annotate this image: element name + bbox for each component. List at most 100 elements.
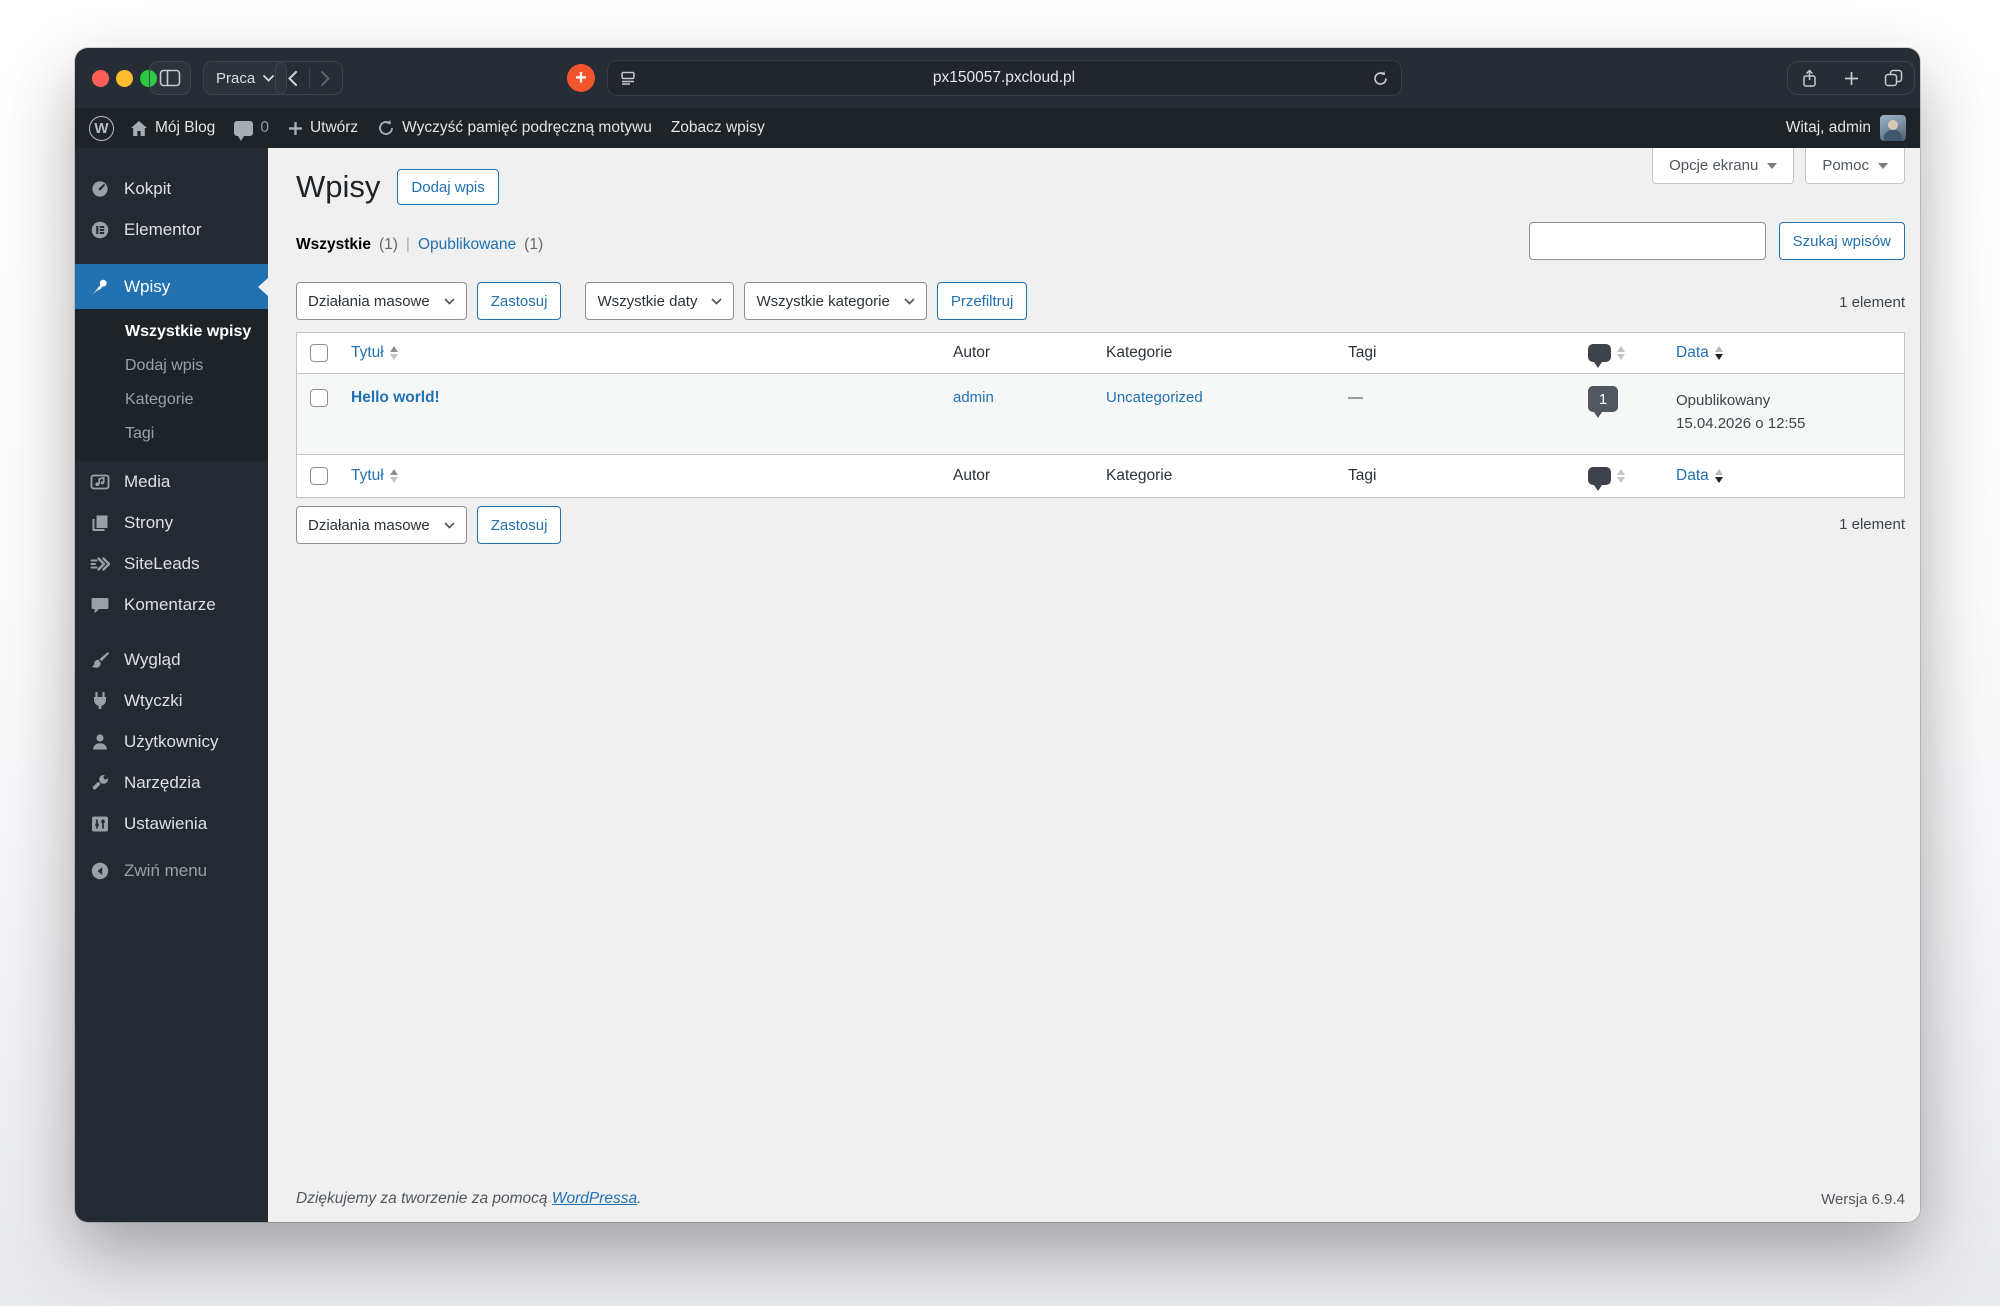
sidebar-item-media[interactable]: Media: [75, 461, 268, 502]
item-count-bottom: 1 element: [1839, 516, 1905, 533]
screen-options-button[interactable]: Opcje ekranu: [1652, 148, 1795, 184]
search-box: Szukaj wpisów: [1528, 222, 1905, 260]
submenu-item-tagi[interactable]: Tagi: [75, 417, 268, 451]
select-post-checkbox[interactable]: [310, 389, 328, 407]
extension-button[interactable]: +: [567, 64, 595, 92]
dashboard-icon: [89, 179, 111, 199]
sidebar-item-narzedzia[interactable]: Narzędzia: [75, 762, 268, 803]
wordpress-link[interactable]: WordPressa: [552, 1190, 637, 1207]
chevron-down-icon: [1767, 162, 1778, 169]
sidebar-item-collapse-menu[interactable]: Zwiń menu: [75, 850, 268, 891]
item-count-top: 1 element: [1839, 294, 1905, 311]
search-posts-button[interactable]: Szukaj wpisów: [1778, 222, 1905, 260]
admin-bar-view-posts[interactable]: Zobacz wpisy: [671, 119, 765, 137]
sidebar-item-ustawienia[interactable]: Ustawienia: [75, 803, 268, 844]
page-title: Wpisy: [296, 169, 381, 204]
admin-bar-site-name[interactable]: Mój Blog: [130, 119, 215, 137]
media-icon: [89, 472, 111, 492]
comment-bubble-icon: [1588, 467, 1611, 491]
new-tab-button[interactable]: [1830, 62, 1872, 94]
close-window-button[interactable]: [92, 70, 109, 87]
footer-version-text: Wersja 6.9.4: [1821, 1191, 1905, 1208]
page-header: Wpisy Dodaj wpis: [296, 168, 499, 207]
browser-sidebar-toggle-button[interactable]: [149, 61, 191, 95]
submenu-item-kategorie[interactable]: Kategorie: [75, 383, 268, 417]
sidebar-item-wpisy[interactable]: Wpisy: [75, 264, 268, 309]
tablenav-top: Działania masowe Zastosuj Wszystkie daty…: [296, 282, 1028, 320]
bulk-actions-select-bottom[interactable]: Działania masowe: [296, 506, 467, 544]
sidebar-item-elementor[interactable]: Elementor: [75, 209, 268, 250]
admin-bar-clear-cache[interactable]: Wyczyść pamięć podręczną motywu: [377, 119, 652, 137]
help-button[interactable]: Pomoc: [1805, 148, 1905, 184]
elementor-icon: [89, 220, 111, 240]
view-all-link[interactable]: Wszystkie: [296, 236, 371, 254]
categories-header: Kategorie: [1106, 344, 1173, 361]
admin-bar-comments[interactable]: 0: [234, 119, 269, 141]
post-author-link[interactable]: admin: [953, 389, 994, 406]
reader-icon[interactable]: [620, 70, 636, 86]
comment-count-badge[interactable]: 1: [1588, 386, 1618, 418]
view-published-link[interactable]: Opublikowane: [418, 236, 516, 254]
sidebar-item-kokpit[interactable]: Kokpit: [75, 168, 268, 209]
sort-by-comments-header[interactable]: [1588, 467, 1676, 491]
collapse-icon: [89, 861, 111, 881]
tags-header: Tagi: [1348, 344, 1377, 361]
admin-footer: Dziękujemy za tworzenie za pomocą WordPr…: [296, 1190, 1905, 1208]
sidebar-item-wyglad[interactable]: Wygląd: [75, 639, 268, 680]
sort-arrows-icon: [389, 346, 398, 360]
chevron-down-icon: [444, 297, 455, 305]
categories-filter-select[interactable]: Wszystkie kategorie: [744, 282, 927, 320]
bulk-actions-select[interactable]: Działania masowe: [296, 282, 467, 320]
admin-bar-new-content[interactable]: Utwórz: [288, 119, 358, 137]
dates-filter-select[interactable]: Wszystkie daty: [585, 282, 735, 320]
reload-icon[interactable]: [1372, 70, 1389, 87]
posts-table: Tytuł Autor Kategorie Tagi Data Hello wo…: [296, 332, 1905, 498]
sort-by-title-header[interactable]: Tytuł: [351, 467, 398, 485]
post-date-cell: Opublikowany 15.04.2026 o 12:55: [1676, 389, 1904, 436]
sidebar-item-komentarze[interactable]: Komentarze: [75, 584, 268, 625]
submenu-item-dodaj-wpis[interactable]: Dodaj wpis: [75, 349, 268, 383]
apply-bulk-action-button[interactable]: Zastosuj: [476, 282, 562, 320]
apply-bulk-action-button-bottom[interactable]: Zastosuj: [476, 506, 562, 544]
chevron-down-icon: [444, 521, 455, 529]
post-title-link[interactable]: Hello world!: [351, 389, 440, 406]
sidebar-item-siteleads[interactable]: SiteLeads: [75, 543, 268, 584]
sidebar-item-wtyczki[interactable]: Wtyczki: [75, 680, 268, 721]
settings-icon: [89, 814, 111, 834]
sidebar-item-strony[interactable]: Strony: [75, 502, 268, 543]
sort-by-comments-header[interactable]: [1588, 344, 1676, 368]
submenu-item-wszystkie-wpisy[interactable]: Wszystkie wpisy: [75, 315, 268, 349]
views-divider: |: [405, 236, 410, 253]
screen-meta-links: Opcje ekranu Pomoc: [1652, 148, 1905, 184]
share-button[interactable]: [1788, 62, 1830, 94]
sort-by-title-header[interactable]: Tytuł: [351, 344, 398, 362]
footer-thanks-text: Dziękujemy za tworzenie za pomocą WordPr…: [296, 1190, 642, 1207]
sidebar-toggle-icon: [159, 68, 181, 88]
add-new-post-button[interactable]: Dodaj wpis: [397, 169, 499, 206]
browser-actions: [1787, 61, 1915, 95]
comment-bubble-icon: [234, 120, 254, 141]
sort-by-date-header[interactable]: Data: [1676, 344, 1723, 362]
url-text: px150057.pxcloud.pl: [932, 69, 1076, 86]
post-category-link[interactable]: Uncategorized: [1106, 389, 1203, 406]
forward-button[interactable]: [310, 62, 343, 94]
comment-bubble-icon: [1588, 344, 1611, 368]
tags-header: Tagi: [1348, 467, 1377, 484]
sort-by-date-header[interactable]: Data: [1676, 467, 1723, 485]
pages-icon: [89, 513, 111, 533]
search-posts-input[interactable]: [1528, 222, 1766, 260]
sort-arrows-icon: [389, 469, 398, 483]
sidebar-item-uzytkownicy[interactable]: Użytkownicy: [75, 721, 268, 762]
menu-separator: [75, 625, 268, 639]
address-bar[interactable]: px150057.pxcloud.pl: [607, 60, 1402, 96]
select-all-checkbox[interactable]: [310, 344, 328, 362]
admin-bar-account[interactable]: Witaj, admin: [1786, 115, 1906, 141]
minimize-window-button[interactable]: [116, 70, 133, 87]
filter-button[interactable]: Przefiltruj: [936, 282, 1028, 320]
siteleads-icon: [89, 554, 111, 574]
wordpress-logo-icon[interactable]: W: [89, 115, 114, 141]
back-button[interactable]: [276, 62, 309, 94]
tab-overview-button[interactable]: [1872, 62, 1914, 94]
select-all-checkbox[interactable]: [310, 467, 328, 485]
chevron-down-icon: [263, 74, 275, 82]
